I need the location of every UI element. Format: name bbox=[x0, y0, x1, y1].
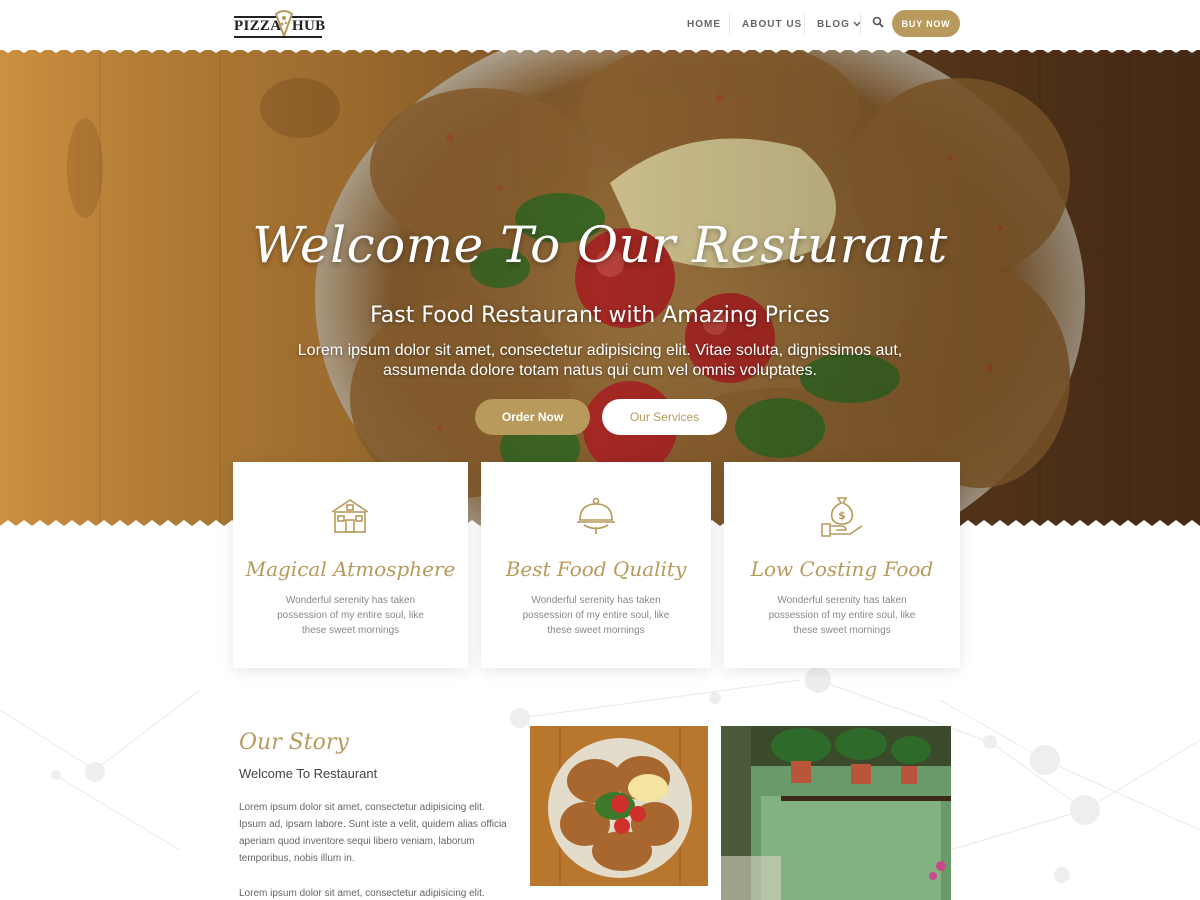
pizza-slice-icon bbox=[274, 10, 294, 38]
logo-text-right: HUB bbox=[292, 18, 326, 34]
nav-blog-label: BLOG bbox=[817, 19, 850, 30]
feature-text: Wonderful serenity has taken possession … bbox=[768, 595, 916, 636]
story-subtitle: Welcome To Restaurant bbox=[239, 766, 378, 781]
nav-divider bbox=[729, 14, 730, 34]
cloche-icon bbox=[577, 497, 615, 534]
feature-card-cost: $ Low Costing Food Wonderful serenity ha… bbox=[724, 462, 960, 668]
story-paragraph: Lorem ipsum dolor sit amet, consectetur … bbox=[239, 802, 507, 864]
buy-now-button[interactable]: BUY NOW bbox=[892, 10, 960, 37]
story-paragraph: Lorem ipsum dolor sit amet, consectetur … bbox=[239, 888, 485, 899]
money-hand-icon: $ bbox=[821, 497, 863, 537]
site-header: PIZZA HUB HOME ABOUT US BLOG BUY NOW bbox=[0, 0, 1200, 50]
hero-title: Welcome To Our Resturant bbox=[252, 216, 948, 274]
nav-home[interactable]: HOME bbox=[687, 19, 721, 30]
house-icon bbox=[331, 499, 369, 533]
hero-description: Lorem ipsum dolor sit amet, consectetur … bbox=[297, 342, 903, 379]
our-services-button[interactable]: Our Services bbox=[602, 399, 727, 435]
restaurant-photo bbox=[721, 726, 951, 900]
feature-card-atmosphere: Magical Atmosphere Wonderful serenity ha… bbox=[233, 462, 468, 668]
hero-subtitle: Fast Food Restaurant with Amazing Prices bbox=[370, 303, 830, 328]
logo-line-bottom bbox=[234, 36, 322, 38]
feature-text: Wonderful serenity has taken possession … bbox=[277, 595, 424, 636]
site-logo[interactable]: PIZZA HUB bbox=[234, 8, 326, 40]
feature-text: Wonderful serenity has taken possession … bbox=[522, 595, 670, 636]
food-photo bbox=[530, 726, 708, 886]
nav-blog[interactable]: BLOG bbox=[817, 19, 861, 30]
feature-title: Best Food Quality bbox=[505, 557, 687, 581]
nav-about-us[interactable]: ABOUT US bbox=[742, 19, 802, 30]
search-icon[interactable] bbox=[872, 16, 884, 28]
feature-title: Magical Atmosphere bbox=[245, 557, 456, 581]
feature-card-quality: Best Food Quality Wonderful serenity has… bbox=[481, 462, 711, 668]
order-now-button[interactable]: Order Now bbox=[475, 399, 590, 435]
pizza-plate-image bbox=[530, 726, 708, 886]
hero-background-image bbox=[0, 48, 1200, 526]
restaurant-interior-image bbox=[721, 726, 951, 900]
svg-text:$: $ bbox=[838, 509, 846, 522]
nav-divider bbox=[804, 14, 805, 34]
nav-divider bbox=[860, 14, 861, 34]
feature-title: Low Costing Food bbox=[750, 557, 934, 581]
hero-banner: Welcome To Our Resturant Fast Food Resta… bbox=[0, 48, 1200, 526]
story-title: Our Story bbox=[239, 730, 349, 755]
